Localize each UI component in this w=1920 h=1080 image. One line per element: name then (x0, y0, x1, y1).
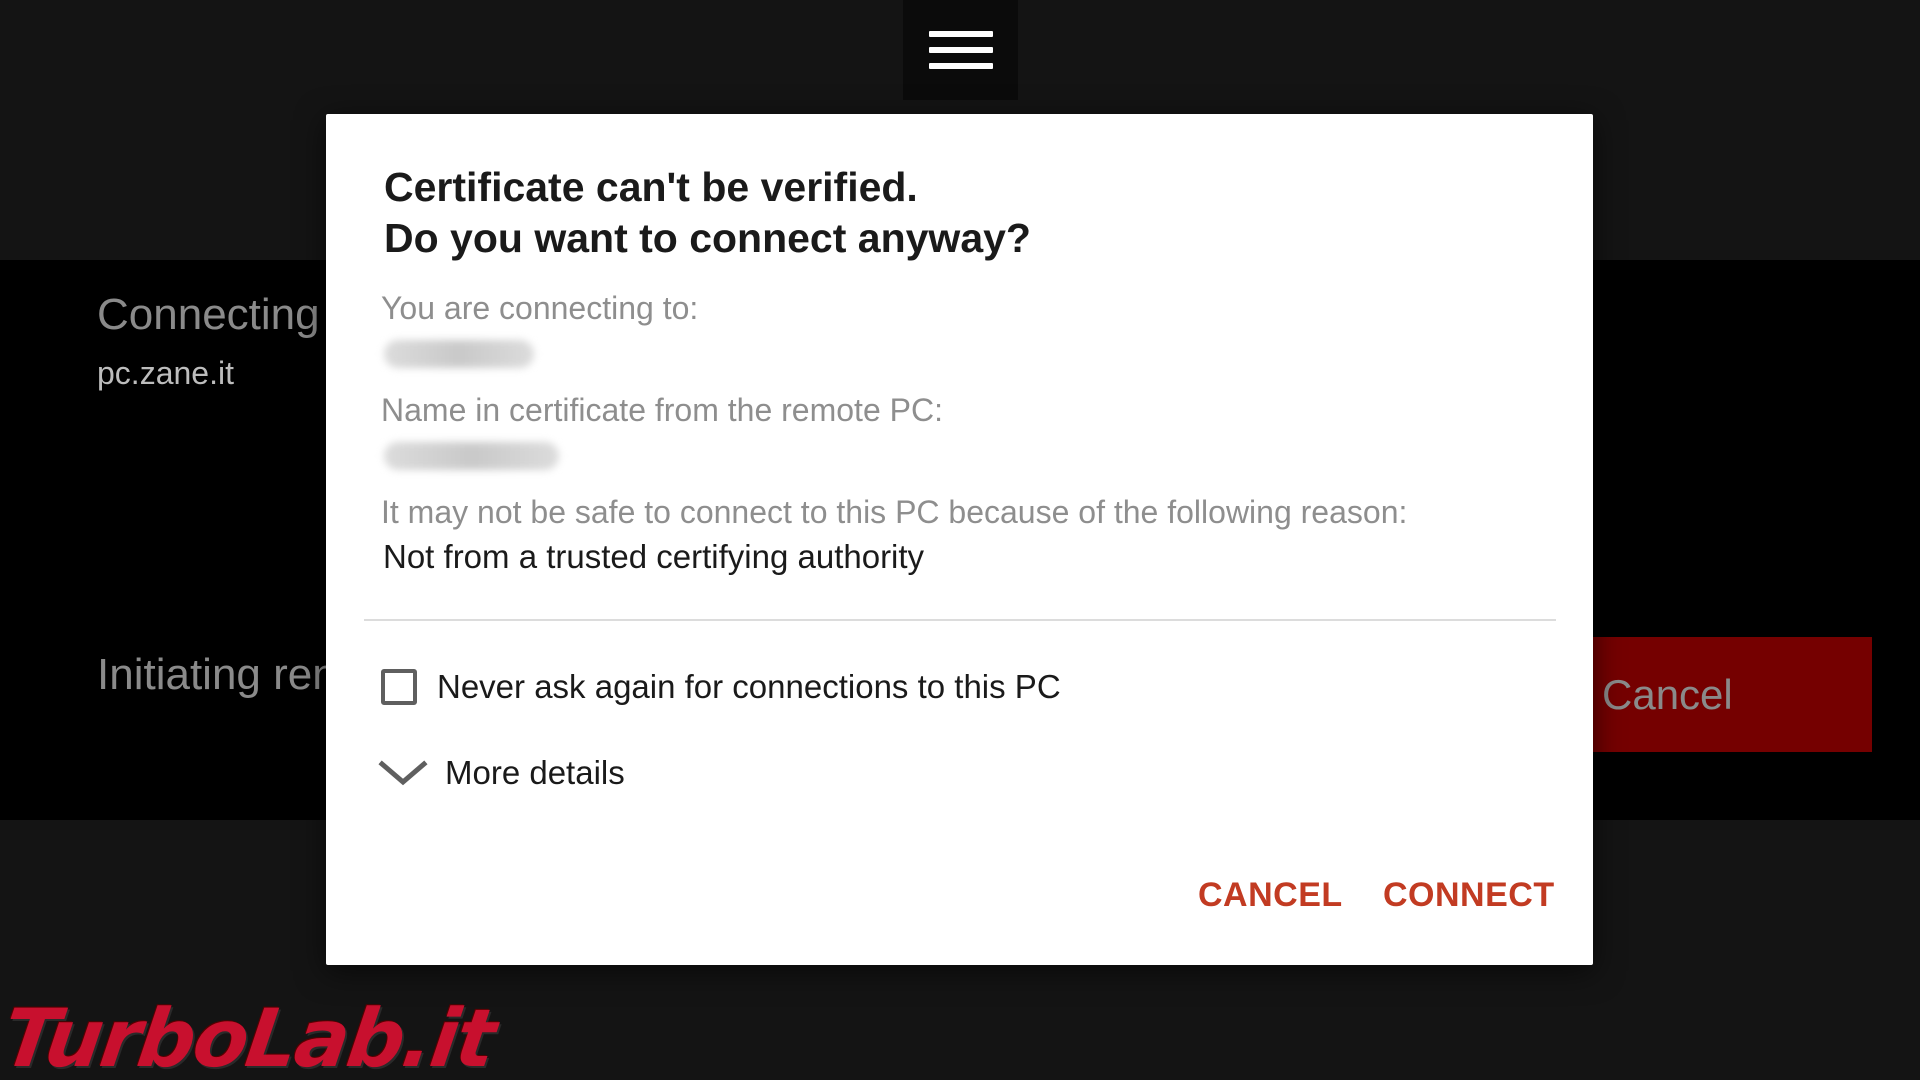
chevron-down-icon (378, 760, 428, 786)
certificate-warning-dialog: Certificate can't be verified. Do you wa… (326, 114, 1593, 965)
connect-button[interactable]: CONNECT (1383, 876, 1555, 915)
dialog-divider (364, 619, 1556, 621)
connecting-host-name: pc.zane.it (97, 355, 234, 391)
cancel-button[interactable]: CANCEL (1198, 876, 1343, 915)
blurred-host-value (384, 340, 534, 368)
reason-label: It may not be safe to connect to this PC… (381, 494, 1408, 530)
dialog-title-line-2: Do you want to connect anyway? (384, 215, 1031, 261)
dialog-title: Certificate can't be verified. Do you wa… (384, 162, 1534, 264)
connection-progress-text: Initiating ren (97, 650, 337, 699)
more-details-label[interactable]: More details (445, 754, 625, 792)
connecting-status-title: Connecting (97, 290, 320, 339)
dialog-title-line-1: Certificate can't be verified. (384, 164, 918, 210)
background-cancel-button[interactable]: Cancel (1592, 637, 1872, 752)
remote-desktop-app: Connecting pc.zane.it Initiating ren Can… (0, 0, 1920, 1080)
certificate-name-label: Name in certificate from the remote PC: (381, 392, 943, 428)
never-ask-again-label[interactable]: Never ask again for connections to this … (437, 668, 1061, 706)
menu-button[interactable] (903, 0, 1018, 100)
never-ask-again-row[interactable]: Never ask again for connections to this … (381, 664, 1061, 710)
never-ask-again-checkbox[interactable] (381, 669, 417, 705)
blurred-certificate-name-value (384, 442, 559, 470)
more-details-toggle[interactable]: More details (378, 750, 625, 796)
reason-value: Not from a trusted certifying authority (383, 538, 925, 575)
connecting-to-label: You are connecting to: (381, 290, 699, 326)
turbolab-logo: TurboLab.it (0, 992, 500, 1080)
hamburger-menu-icon (928, 21, 993, 79)
